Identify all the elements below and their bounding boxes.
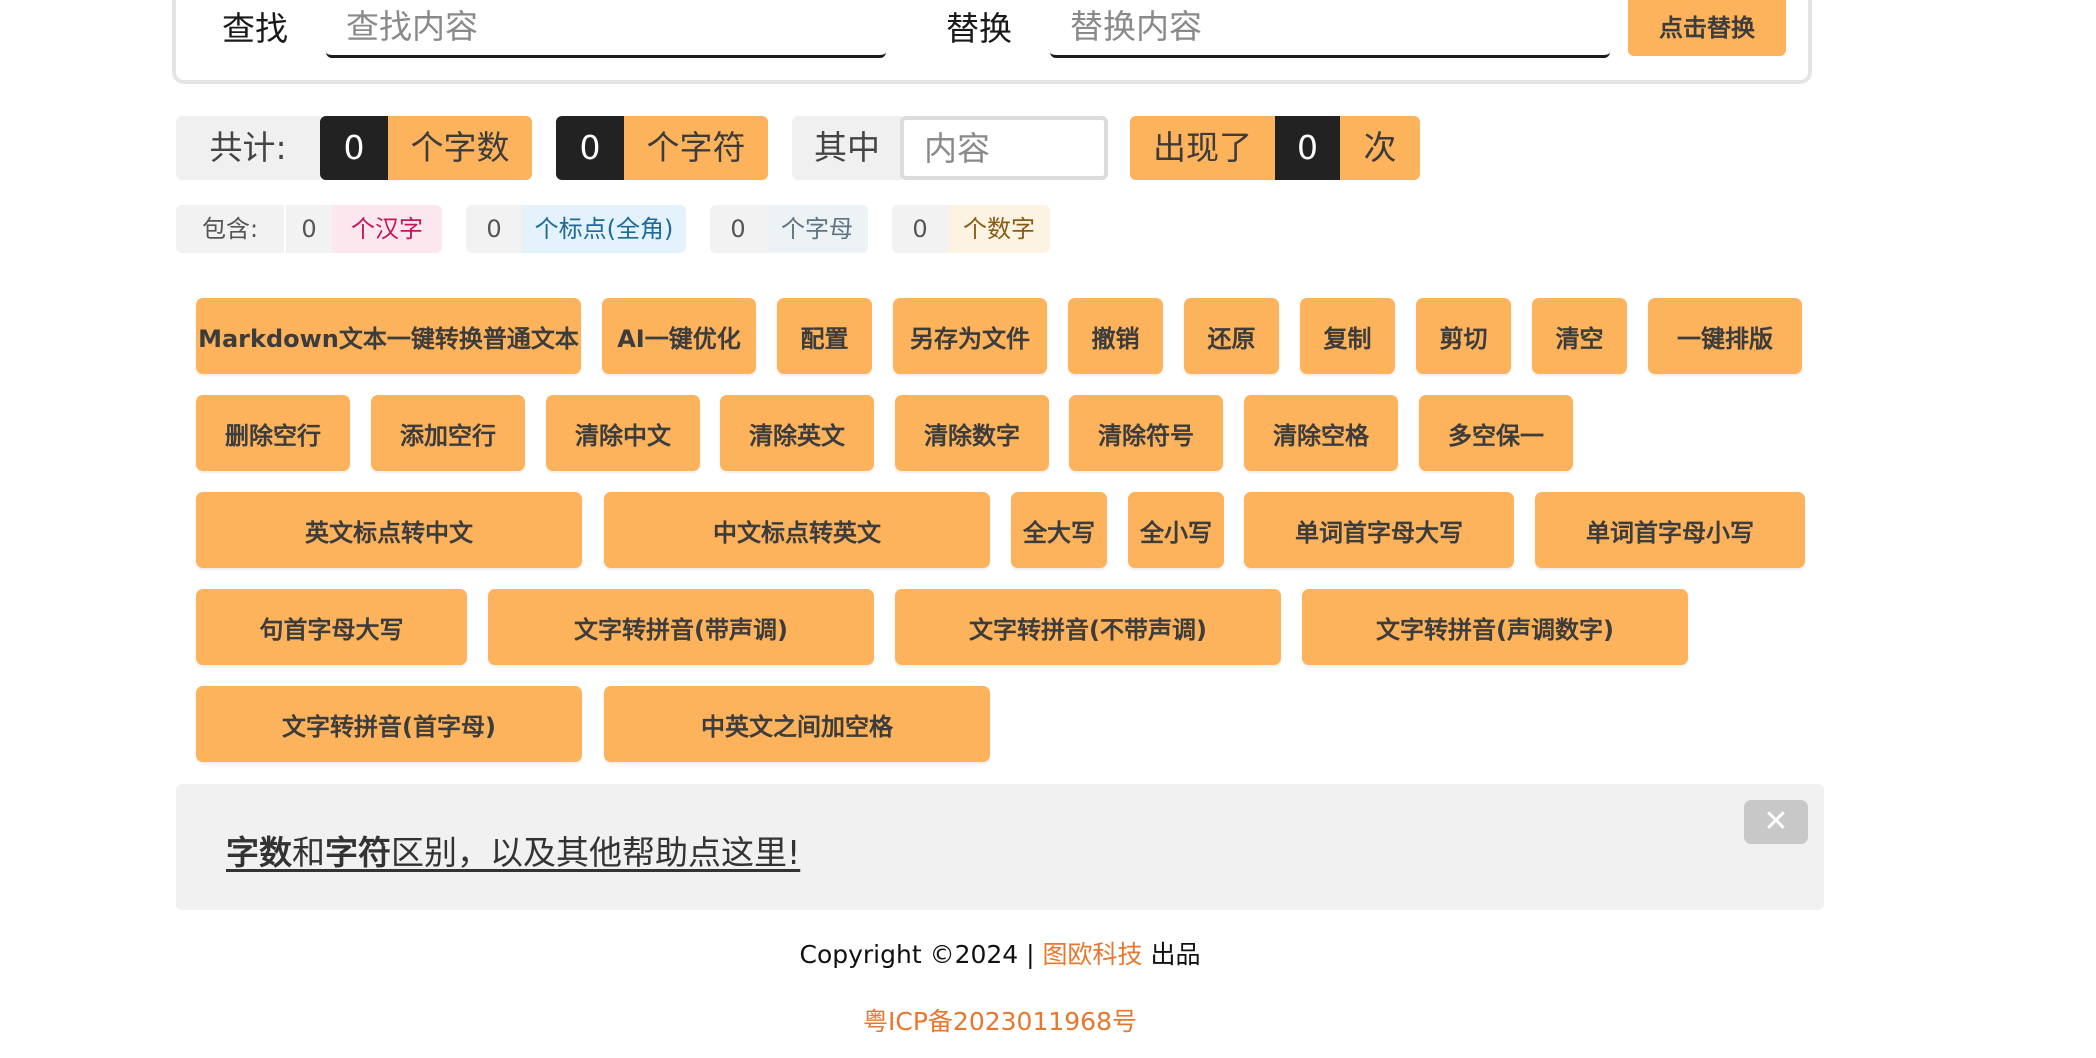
icp-link[interactable]: 粤ICP备2023011968号 (863, 1007, 1137, 1036)
footer-copyright: Copyright ©2024 | 图欧科技 出品 (0, 935, 2000, 971)
char-unit: 个字符 (624, 116, 768, 180)
appear-count: 0 (1275, 116, 1340, 180)
replace-button[interactable]: 点击替换 (1628, 0, 1786, 56)
contains-label: 包含: (176, 205, 284, 253)
hanzi-count: 0 (286, 205, 332, 253)
replace-input[interactable] (1050, 0, 1610, 58)
add-blank-lines-button[interactable]: 添加空行 (371, 395, 525, 471)
remove-blank-lines-button[interactable]: 删除空行 (196, 395, 350, 471)
within-label: 其中 (792, 116, 902, 180)
lowercase-first-letter-button[interactable]: 单词首字母小写 (1535, 492, 1805, 568)
save-as-file-button[interactable]: 另存为文件 (893, 298, 1047, 374)
clear-symbols-button[interactable]: 清除符号 (1069, 395, 1223, 471)
page: 查找 替换 点击替换 共计: 0 个字数 0 个字符 其中 出现了 0 次 包含… (0, 0, 2096, 1058)
en-punct-to-cn-button[interactable]: 英文标点转中文 (196, 492, 582, 568)
word-count: 0 (320, 116, 388, 180)
capitalize-words-button[interactable]: 单词首字母大写 (1244, 492, 1514, 568)
clear-button[interactable]: 清空 (1532, 298, 1627, 374)
letter-count: 0 (710, 205, 766, 253)
footer-icp: 粤ICP备2023011968号 (0, 1002, 2000, 1038)
word-unit: 个字数 (388, 116, 532, 180)
appear-unit: 次 (1340, 116, 1420, 180)
help-char-count: 字符 (325, 833, 391, 872)
digit-count: 0 (892, 205, 948, 253)
lowercase-button[interactable]: 全小写 (1128, 492, 1224, 568)
cut-button[interactable]: 剪切 (1416, 298, 1511, 374)
cn-en-spacing-button[interactable]: 中英文之间加空格 (604, 686, 990, 762)
markdown-to-text-button[interactable]: Markdown文本一键转换普通文本 (196, 298, 581, 374)
help-rest: 区别，以及其他帮助点这里! (391, 833, 801, 872)
punct-count: 0 (466, 205, 522, 253)
appear-label: 出现了 (1130, 116, 1275, 180)
find-replace-panel: 查找 替换 点击替换 (172, 0, 1812, 84)
digit-unit: 个数字 (948, 205, 1050, 253)
clear-english-button[interactable]: 清除英文 (720, 395, 874, 471)
pinyin-no-tone-button[interactable]: 文字转拼音(不带声调) (895, 589, 1281, 665)
clear-digits-button[interactable]: 清除数字 (895, 395, 1049, 471)
hanzi-unit: 个汉字 (332, 205, 442, 253)
undo-button[interactable]: 撤销 (1068, 298, 1163, 374)
copy-button[interactable]: 复制 (1300, 298, 1395, 374)
help-and: 和 (292, 833, 325, 872)
ai-optimize-button[interactable]: AI一键优化 (602, 298, 756, 374)
total-label: 共计: (176, 116, 320, 180)
redo-button[interactable]: 还原 (1184, 298, 1279, 374)
auto-format-button[interactable]: 一键排版 (1648, 298, 1802, 374)
help-link[interactable]: 字数和字符区别，以及其他帮助点这里! (226, 826, 800, 874)
within-input[interactable] (900, 116, 1108, 180)
cn-punct-to-en-button[interactable]: 中文标点转英文 (604, 492, 990, 568)
help-word-count: 字数 (226, 833, 292, 872)
punct-unit: 个标点(全角) (522, 205, 686, 253)
copyright-text: Copyright ©2024 | (799, 940, 1043, 969)
letter-unit: 个字母 (766, 205, 868, 253)
sentence-case-button[interactable]: 句首字母大写 (196, 589, 467, 665)
close-icon[interactable]: ✕ (1744, 800, 1808, 844)
find-label: 查找 (222, 9, 288, 48)
clear-spaces-button[interactable]: 清除空格 (1244, 395, 1398, 471)
config-button[interactable]: 配置 (777, 298, 872, 374)
replace-label: 替换 (946, 9, 1012, 48)
help-panel: 字数和字符区别，以及其他帮助点这里! ✕ (176, 784, 1824, 910)
pinyin-tone-button[interactable]: 文字转拼音(带声调) (488, 589, 874, 665)
pinyin-initials-button[interactable]: 文字转拼音(首字母) (196, 686, 582, 762)
uppercase-button[interactable]: 全大写 (1011, 492, 1107, 568)
char-count: 0 (556, 116, 624, 180)
pinyin-tone-number-button[interactable]: 文字转拼音(声调数字) (1302, 589, 1688, 665)
collapse-spaces-button[interactable]: 多空保一 (1419, 395, 1573, 471)
clear-chinese-button[interactable]: 清除中文 (546, 395, 700, 471)
find-input[interactable] (326, 0, 886, 58)
company-link[interactable]: 图欧科技 (1043, 940, 1143, 969)
copyright-suffix: 出品 (1142, 940, 1201, 969)
